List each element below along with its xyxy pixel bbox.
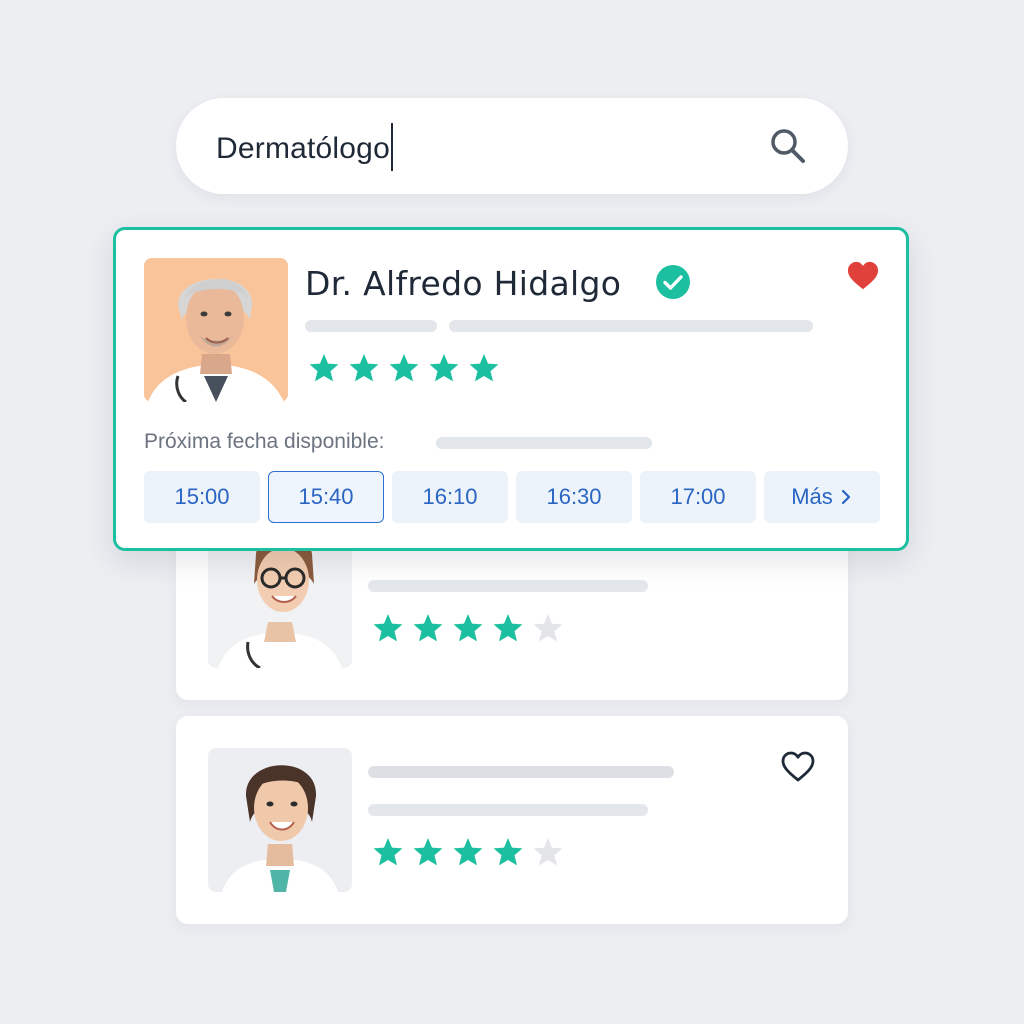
check-circle-icon [656, 265, 690, 299]
star-filled-icon [413, 614, 443, 642]
chevron-right-icon [841, 489, 850, 505]
heart-outline-icon[interactable] [780, 750, 816, 784]
placeholder-line [368, 766, 674, 778]
star-filled-icon [373, 614, 403, 642]
doctor-name[interactable]: Dr. Alfredo Hidalgo [305, 264, 621, 304]
time-slot-button[interactable]: 15:00 [144, 471, 260, 523]
star-filled-icon [309, 354, 339, 382]
placeholder-line [368, 804, 648, 816]
more-slots-button[interactable]: Más [764, 471, 880, 523]
rating-stars [308, 352, 500, 384]
time-slot-button[interactable]: 17:00 [640, 471, 756, 523]
placeholder-line [305, 320, 437, 332]
placeholder-line [449, 320, 813, 332]
next-available-label: Próxima fecha disponible: [144, 430, 385, 453]
time-slot-button[interactable]: 16:10 [392, 471, 508, 523]
doctor-avatar [208, 748, 352, 892]
text-caret [390, 123, 393, 171]
time-slot-button[interactable]: 16:30 [516, 471, 632, 523]
star-filled-icon [453, 614, 483, 642]
heart-filled-icon[interactable] [846, 260, 880, 292]
rating-stars [372, 612, 564, 644]
search-input-value: Dermatólogo [216, 131, 390, 165]
star-filled-icon [429, 354, 459, 382]
search-icon[interactable] [768, 126, 808, 166]
rating-stars [372, 836, 564, 868]
placeholder-line [436, 437, 652, 449]
more-slots-label: Más [791, 484, 833, 509]
star-filled-icon [469, 354, 499, 382]
search-input[interactable]: Dermatólogo [216, 123, 393, 174]
doctor-card-3[interactable] [176, 716, 848, 924]
star-empty-icon [533, 614, 563, 642]
time-slot-button-selected[interactable]: 15:40 [268, 471, 384, 523]
search-bar[interactable]: Dermatólogo [176, 98, 848, 194]
star-empty-icon [533, 838, 563, 866]
star-filled-icon [373, 838, 403, 866]
placeholder-line [368, 580, 648, 592]
time-slots: 15:00 15:40 16:10 16:30 17:00 Más [144, 471, 880, 523]
star-filled-icon [349, 354, 379, 382]
star-filled-icon [453, 838, 483, 866]
star-filled-icon [389, 354, 419, 382]
star-filled-icon [493, 838, 523, 866]
app-canvas: Dermatólogo Dr. Alfredo Hidalgo Próxima … [0, 0, 1024, 1024]
star-filled-icon [413, 838, 443, 866]
featured-doctor-card[interactable]: Dr. Alfredo Hidalgo Próxima fecha dispon… [113, 227, 909, 551]
star-filled-icon [493, 614, 523, 642]
doctor-avatar [144, 258, 288, 402]
